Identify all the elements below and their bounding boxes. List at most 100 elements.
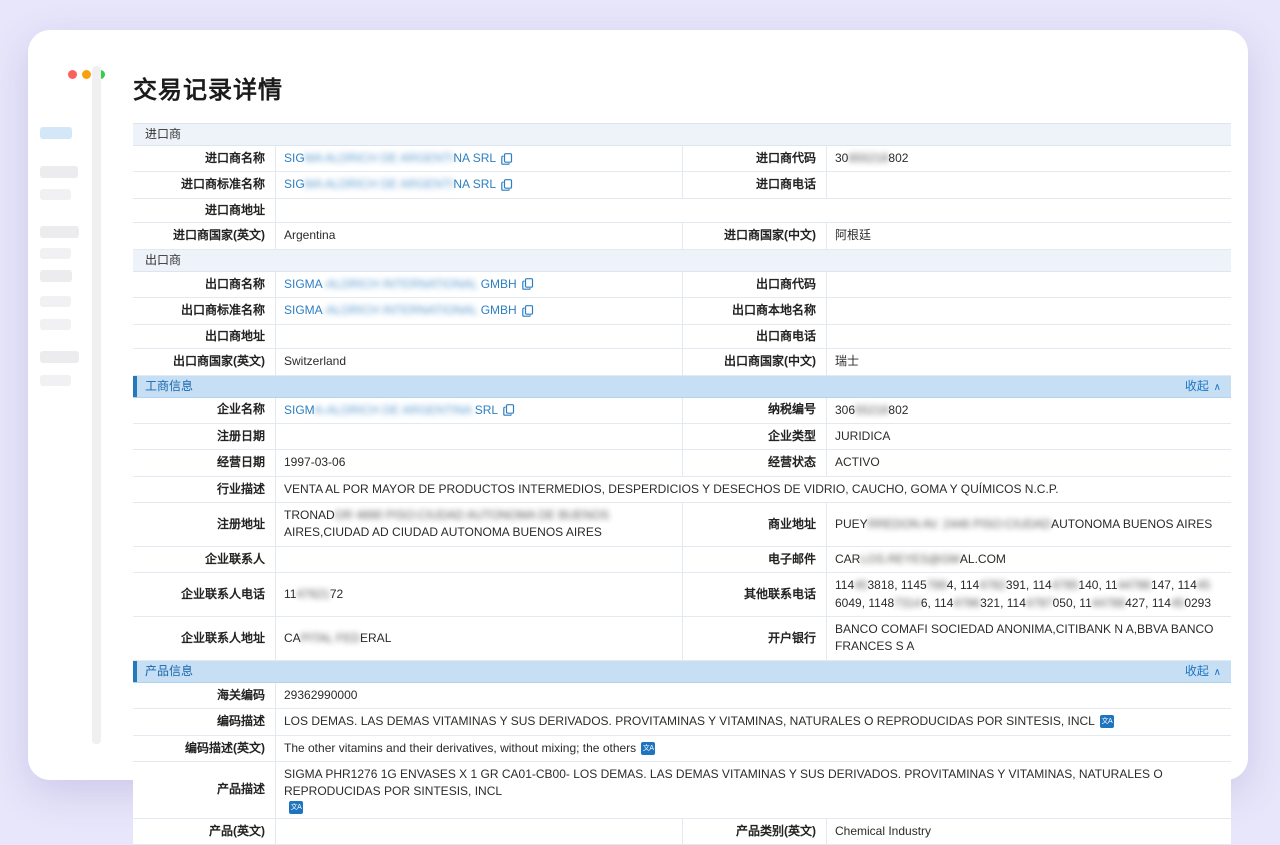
table-row: 企业联系人电子邮件CARLOS.REYES@GMAL.COM xyxy=(133,547,1231,573)
sidebar-skeleton-item xyxy=(40,248,71,259)
field-value xyxy=(827,172,1231,197)
company-link[interactable]: SIGMA-ALDRICH INTERNATIONAL GMBH xyxy=(284,276,517,293)
redacted-text: 4787 xyxy=(1026,595,1053,612)
field-value: Chemical Industry xyxy=(827,819,1231,844)
collapse-button[interactable]: 收起 ∧ xyxy=(1185,376,1221,398)
field-value xyxy=(827,298,1231,323)
table-row: 企业联系人电话114762172其他联系电话114453818, 1145789… xyxy=(133,573,1231,617)
table-row: 注册地址TRONADOR 4890 PISO:CIUDAD AUTONOMA D… xyxy=(133,503,1231,547)
sidebar-skeleton-item xyxy=(40,319,71,330)
field-value xyxy=(276,325,683,349)
copy-icon[interactable] xyxy=(522,278,534,290)
field-label: 编码描述(英文) xyxy=(133,736,276,761)
field-label: 出口商电话 xyxy=(683,325,827,349)
field-value xyxy=(276,424,683,449)
field-value: 1997-03-06 xyxy=(276,450,683,475)
table-row: 产品(英文)产品类别(英文)Chemical Industry xyxy=(133,819,1231,845)
field-value xyxy=(827,325,1231,349)
field-label: 出口商代码 xyxy=(683,272,827,297)
field-label: 产品类别(英文) xyxy=(683,819,827,844)
field-value: JURIDICA xyxy=(827,424,1231,449)
chevron-up-icon: ∧ xyxy=(1211,667,1221,678)
copy-icon[interactable] xyxy=(522,305,534,317)
page-title: 交易记录详情 xyxy=(133,70,1231,105)
sidebar-skeleton-item xyxy=(40,127,72,139)
field-label: 企业联系人 xyxy=(133,547,276,572)
section-header-label: 工商信息 xyxy=(145,379,193,393)
window-control-dot[interactable] xyxy=(82,70,91,79)
company-link[interactable]: SIGMA-ALDRICH DE ARGENTINA SRL xyxy=(284,402,498,419)
collapse-button[interactable]: 收起 ∧ xyxy=(1185,661,1221,683)
sidebar-skeleton-item xyxy=(40,296,71,307)
section-header-exporter: 出口商 xyxy=(133,250,1231,272)
redacted-text: 4782 xyxy=(979,577,1006,594)
sidebar-divider xyxy=(92,66,101,744)
field-label: 产品描述 xyxy=(133,762,276,818)
field-label: 进口商标准名称 xyxy=(133,172,276,197)
field-value: ACTIVO xyxy=(827,450,1231,475)
field-label: 商业地址 xyxy=(683,503,827,546)
field-label: 纳税编号 xyxy=(683,398,827,423)
translate-icon[interactable]: 文A xyxy=(641,742,655,755)
field-value: SIGMA-ALDRICH INTERNATIONAL GMBH xyxy=(276,298,683,323)
redacted-text: A-ALDRICH DE ARGENTINA xyxy=(315,403,472,417)
field-label: 企业名称 xyxy=(133,398,276,423)
sidebar-skeleton-item xyxy=(40,226,79,238)
table-row: 编码描述LOS DEMAS. LAS DEMAS VITAMINAS Y SUS… xyxy=(133,709,1231,735)
translate-icon[interactable]: 文A xyxy=(1100,715,1114,728)
redacted-text: 7314 xyxy=(894,595,921,612)
field-value: 瑞士 xyxy=(827,349,1231,374)
company-link[interactable]: SIGMA ALDRICH DE ARGENTINA SRL xyxy=(284,176,496,193)
field-value xyxy=(276,199,1231,223)
field-label: 海关编码 xyxy=(133,683,276,708)
redacted-text: LOS.REYES@GM xyxy=(860,551,960,568)
field-label: 进口商代码 xyxy=(683,146,827,171)
copy-icon[interactable] xyxy=(501,179,513,191)
field-label: 企业联系人电话 xyxy=(133,573,276,616)
field-value: CAPITAL FEDERAL xyxy=(276,617,683,660)
redacted-text: PITAL FED xyxy=(301,630,360,647)
field-value: Switzerland xyxy=(276,349,683,374)
copy-icon[interactable] xyxy=(503,404,515,416)
table-row: 产品描述SIGMA PHR1276 1G ENVASES X 1 GR CA01… xyxy=(133,762,1231,819)
field-label: 进口商名称 xyxy=(133,146,276,171)
table-row: 注册日期企业类型JURIDICA xyxy=(133,424,1231,450)
field-value xyxy=(276,819,683,844)
field-label: 出口商名称 xyxy=(133,272,276,297)
field-value: TRONADOR 4890 PISO:CIUDAD AUTONOMA DE BU… xyxy=(276,503,683,546)
section-header-label: 出口商 xyxy=(145,253,181,267)
redacted-text: 45 xyxy=(1171,595,1184,612)
window-control-dot[interactable] xyxy=(68,70,77,79)
field-label: 进口商国家(中文) xyxy=(683,223,827,248)
company-link[interactable]: SIGMA ALDRICH DE ARGENTINA SRL xyxy=(284,150,496,167)
field-value: SIGMA-ALDRICH DE ARGENTINA SRL xyxy=(276,398,683,423)
sidebar-skeleton-item xyxy=(40,189,71,200)
redacted-text: 4786 xyxy=(953,595,980,612)
field-label: 进口商电话 xyxy=(683,172,827,197)
section-header-label: 产品信息 xyxy=(145,664,193,678)
redacted-text: 45 xyxy=(854,577,867,594)
field-label: 进口商地址 xyxy=(133,199,276,223)
field-value: SIGMA PHR1276 1G ENVASES X 1 GR CA01-CB0… xyxy=(276,762,1231,818)
field-label: 出口商标准名称 xyxy=(133,298,276,323)
redacted-text: MA ALDRICH DE ARGENTI xyxy=(305,151,454,165)
section-header-business-info: 工商信息 收起 ∧ xyxy=(133,376,1231,398)
redacted-text: 655218 xyxy=(848,150,888,167)
field-label: 企业类型 xyxy=(683,424,827,449)
company-link[interactable]: SIGMA-ALDRICH INTERNATIONAL GMBH xyxy=(284,302,517,319)
copy-icon[interactable] xyxy=(501,153,513,165)
field-label: 经营状态 xyxy=(683,450,827,475)
field-value: Argentina xyxy=(276,223,683,248)
field-value: LOS DEMAS. LAS DEMAS VITAMINAS Y SUS DER… xyxy=(276,709,1231,734)
table-row: 出口商名称 SIGMA-ALDRICH INTERNATIONAL GMBH 出口商… xyxy=(133,272,1231,298)
field-value: SIGMA-ALDRICH INTERNATIONAL GMBH xyxy=(276,272,683,297)
translate-icon[interactable]: 文A xyxy=(289,801,303,814)
redacted-text: 44788 xyxy=(1092,595,1125,612)
field-label: 电子邮件 xyxy=(683,547,827,572)
redacted-text: 4785 xyxy=(1052,577,1079,594)
field-value: BANCO COMAFI SOCIEDAD ANONIMA,CITIBANK N… xyxy=(827,617,1231,660)
redacted-text: 44786 xyxy=(1118,577,1151,594)
field-label: 出口商地址 xyxy=(133,325,276,349)
field-value: 30655218802 xyxy=(827,398,1231,423)
field-value: 30655218802 xyxy=(827,146,1231,171)
